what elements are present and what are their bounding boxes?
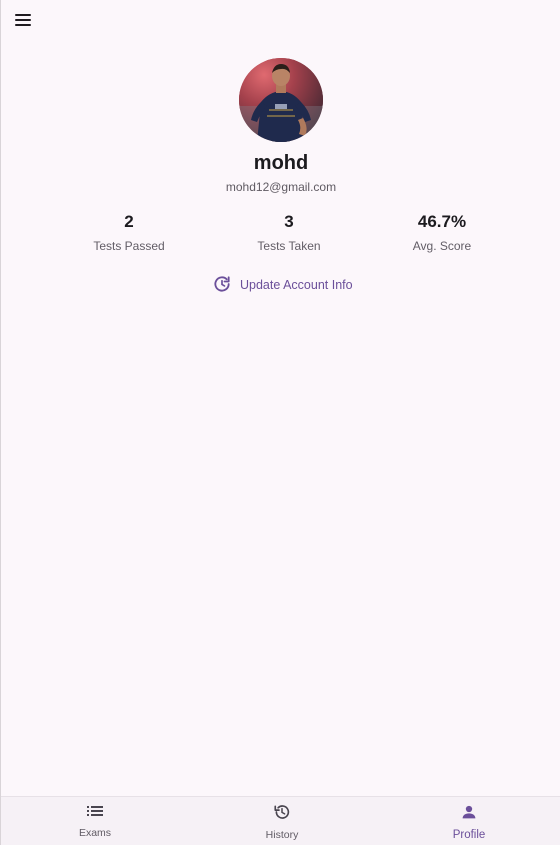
stat-tests-taken: 3 Tests Taken bbox=[219, 212, 359, 254]
profile-name: mohd bbox=[253, 152, 309, 174]
nav-label: Profile bbox=[452, 829, 486, 841]
stat-tests-passed: 2 Tests Passed bbox=[59, 212, 199, 254]
profile-header: mohd mohd12@gmail.com bbox=[1, 58, 560, 195]
stat-avg-score: 46.7% Avg. Score bbox=[372, 212, 512, 254]
stats-row: 2 Tests Passed 3 Tests Taken 46.7% Avg. … bbox=[1, 212, 560, 262]
stat-value: 2 bbox=[124, 212, 134, 231]
update-account-label: Update Account Info bbox=[240, 278, 353, 292]
stat-label: Avg. Score bbox=[412, 239, 472, 253]
hamburger-menu-icon[interactable] bbox=[13, 9, 37, 31]
history-icon bbox=[272, 803, 292, 826]
nav-item-exams[interactable]: Exams bbox=[50, 803, 140, 840]
refresh-icon bbox=[212, 274, 232, 297]
avatar[interactable] bbox=[239, 58, 323, 142]
list-icon bbox=[85, 803, 105, 824]
nav-item-profile[interactable]: Profile bbox=[424, 803, 514, 842]
stat-value: 46.7% bbox=[417, 212, 467, 231]
stat-value: 3 bbox=[284, 212, 294, 231]
avatar-photo bbox=[239, 58, 323, 142]
nav-label: History bbox=[265, 829, 299, 841]
update-account-button[interactable]: Update Account Info bbox=[212, 275, 353, 295]
nav-item-history[interactable]: History bbox=[237, 803, 327, 842]
app-screen: mohd mohd12@gmail.com 2 Tests Passed 3 T… bbox=[0, 0, 560, 845]
stat-label: Tests Taken bbox=[257, 239, 321, 253]
nav-label: Exams bbox=[78, 827, 112, 839]
person-icon bbox=[459, 803, 479, 826]
stat-label: Tests Passed bbox=[93, 239, 165, 253]
profile-email: mohd12@gmail.com bbox=[225, 180, 337, 194]
bottom-navigation: Exams History Profile bbox=[1, 796, 560, 845]
